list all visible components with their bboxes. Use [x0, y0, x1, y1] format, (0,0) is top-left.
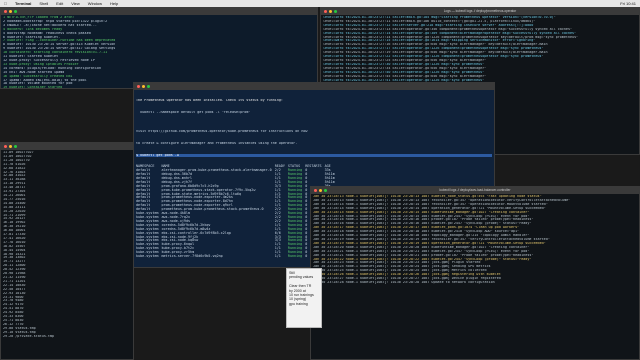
table-cell: 1/1: [274, 254, 281, 259]
pods-table: NAMESPACE NAME READY STATUS RESTARTS AGE…: [136, 164, 338, 259]
helm-notes-line: to create & configure Alertmanager and P…: [136, 141, 298, 145]
terminal-window-left-bottom[interactable]: 11.89 100277027 11.89 10027702 11.20 10027…: [0, 142, 134, 360]
table-cell: Running: [287, 254, 303, 259]
terminal-window-bottom-right[interactable]: kubectl logs -f deploy/aws-load-balancer…: [310, 186, 640, 360]
title-bar: [1, 8, 317, 15]
apple-menu-icon[interactable]: : [4, 0, 7, 7]
menu-item-window[interactable]: Window: [88, 0, 102, 7]
output-line: 29.20 /private.status.tmp: [3, 334, 55, 338]
terminal-output[interactable]: 11.89 100277027 11.89 10027702 11.20 10027…: [1, 150, 133, 340]
menu-app-name[interactable]: Terminal: [15, 0, 31, 7]
helm-notes-line: kubectl --namespace default get pods -l …: [136, 110, 251, 114]
menu-bar:  Terminal Shell Edit View Window Help F…: [0, 0, 640, 7]
minimize-icon[interactable]: [142, 85, 145, 88]
title-bar: Logs — kubectl logs -f deploy/prometheus…: [321, 8, 639, 15]
menu-item-help[interactable]: Help: [110, 0, 118, 7]
title-bar: [1, 143, 133, 150]
terminal-window-top-left[interactable]: 1 NETFILTER_FTP loaded from 2 arch: 2 nod…: [0, 7, 318, 89]
title-bar: kubectl logs -f deploy/aws-load-balancer…: [311, 187, 639, 194]
menu-item-view[interactable]: View: [71, 0, 80, 7]
zoom-icon[interactable]: [147, 85, 150, 88]
table-row: kube-system metrics-server-7f8d6c9b5-vq2n…: [136, 254, 338, 259]
close-icon[interactable]: [4, 145, 7, 148]
notes-popup[interactable]: Still pending values Clear then TR by 2000 …: [286, 268, 322, 328]
zoom-icon[interactable]: [14, 145, 17, 148]
menu-item-edit[interactable]: Edit: [56, 0, 63, 7]
title-bar: [134, 83, 494, 90]
helm-notes-line: Visit https://github.com/prometheus-oper…: [136, 130, 308, 134]
zoom-icon[interactable]: [14, 10, 17, 13]
close-icon[interactable]: [4, 10, 7, 13]
minimize-icon[interactable]: [9, 145, 12, 148]
window-title: kubectl logs -f deploy/aws-load-balancer…: [439, 188, 511, 192]
note-line: gpu training: [289, 301, 308, 306]
window-title: Logs — kubectl logs -f deploy/prometheus…: [443, 9, 517, 13]
helm-notes-line: The Prometheus Operator has been install…: [136, 98, 283, 102]
table-cell: metrics-server-7f8d6c9b5-vq2np: [161, 254, 223, 259]
table-cell: kube-system: [136, 254, 159, 259]
command-line: $ kubectl get pods -A: [136, 153, 492, 158]
menu-clock: Fri 10:41: [620, 1, 636, 6]
output-line: Jan 30 23:28:28 node-1 kubelet[1087]: I0…: [313, 280, 495, 284]
log-output[interactable]: Jan 30 23:28:13 node-1 kubelet[1087]: I0…: [311, 194, 639, 286]
menu-item-shell[interactable]: Shell: [39, 0, 48, 7]
minimize-icon[interactable]: [9, 10, 12, 13]
close-icon[interactable]: [137, 85, 140, 88]
terminal-output[interactable]: 1 NETFILTER_FTP loaded from 2 arch: 2 nod…: [1, 15, 317, 88]
